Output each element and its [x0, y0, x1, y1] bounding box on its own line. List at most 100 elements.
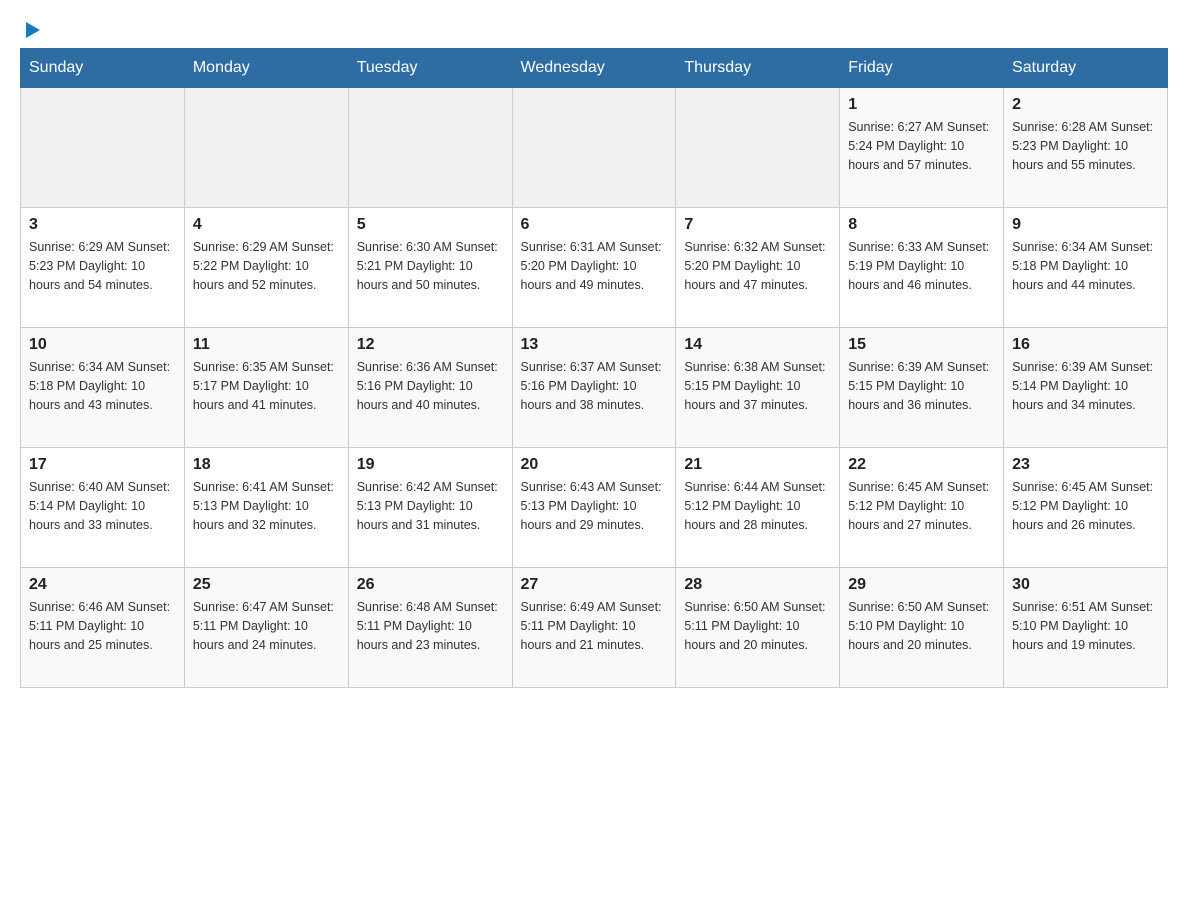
- calendar-cell: 17 Sunrise: 6:40 AM Sunset: 5:14 PM Dayli…: [21, 448, 185, 568]
- day-info: Sunrise: 6:45 AM Sunset: 5:12 PM Dayligh…: [1012, 478, 1159, 534]
- page-header: [20, 20, 1168, 38]
- day-number: 25: [193, 576, 340, 594]
- calendar-cell: 22Sunrise: 6:45 AM Sunset: 5:12 PM Dayli…: [840, 448, 1004, 568]
- calendar-cell: 11 Sunrise: 6:35 AM Sunset: 5:17 PM Dayli…: [184, 328, 348, 448]
- day-info: Sunrise: 6:38 AM Sunset: 5:15 PM Dayligh…: [684, 358, 831, 414]
- day-info: Sunrise: 6:43 AM Sunset: 5:13 PM Dayligh…: [521, 478, 668, 534]
- day-number: 14: [684, 336, 831, 354]
- day-number: 24: [29, 576, 176, 594]
- calendar-cell: 26 Sunrise: 6:48 AM Sunset: 5:11 PM Dayli…: [348, 568, 512, 688]
- day-number: 23: [1012, 456, 1159, 474]
- calendar-week-row: 1 Sunrise: 6:27 AM Sunset: 5:24 PM Daylig…: [21, 88, 1168, 208]
- calendar-cell: 13Sunrise: 6:37 AM Sunset: 5:16 PM Dayli…: [512, 328, 676, 448]
- day-number: 27: [521, 576, 668, 594]
- day-number: 5: [357, 216, 504, 234]
- day-number: 26: [357, 576, 504, 594]
- day-number: 4: [193, 216, 340, 234]
- calendar-cell: 6Sunrise: 6:31 AM Sunset: 5:20 PM Daylig…: [512, 208, 676, 328]
- calendar-cell: 19 Sunrise: 6:42 AM Sunset: 5:13 PM Dayli…: [348, 448, 512, 568]
- day-info: Sunrise: 6:48 AM Sunset: 5:11 PM Dayligh…: [357, 598, 504, 654]
- calendar-cell: [676, 88, 840, 208]
- day-number: 17: [29, 456, 176, 474]
- day-info: Sunrise: 6:37 AM Sunset: 5:16 PM Dayligh…: [521, 358, 668, 414]
- header-wednesday: Wednesday: [512, 49, 676, 88]
- calendar-cell: 29 Sunrise: 6:50 AM Sunset: 5:10 PM Dayli…: [840, 568, 1004, 688]
- calendar-cell: [512, 88, 676, 208]
- calendar-cell: 10 Sunrise: 6:34 AM Sunset: 5:18 PM Dayli…: [21, 328, 185, 448]
- day-number: 8: [848, 216, 995, 234]
- calendar-week-row: 24 Sunrise: 6:46 AM Sunset: 5:11 PM Dayli…: [21, 568, 1168, 688]
- calendar-cell: 28 Sunrise: 6:50 AM Sunset: 5:11 PM Dayli…: [676, 568, 840, 688]
- calendar-cell: 18 Sunrise: 6:41 AM Sunset: 5:13 PM Dayli…: [184, 448, 348, 568]
- day-info: Sunrise: 6:34 AM Sunset: 5:18 PM Dayligh…: [29, 358, 176, 414]
- header-saturday: Saturday: [1004, 49, 1168, 88]
- day-info: Sunrise: 6:40 AM Sunset: 5:14 PM Dayligh…: [29, 478, 176, 534]
- day-number: 28: [684, 576, 831, 594]
- calendar-cell: 1 Sunrise: 6:27 AM Sunset: 5:24 PM Daylig…: [840, 88, 1004, 208]
- day-info: Sunrise: 6:50 AM Sunset: 5:10 PM Dayligh…: [848, 598, 995, 654]
- day-number: 7: [684, 216, 831, 234]
- day-number: 16: [1012, 336, 1159, 354]
- calendar-cell: 7 Sunrise: 6:32 AM Sunset: 5:20 PM Daylig…: [676, 208, 840, 328]
- day-number: 1: [848, 96, 995, 114]
- calendar-cell: 21 Sunrise: 6:44 AM Sunset: 5:12 PM Dayli…: [676, 448, 840, 568]
- logo-triangle-icon: [22, 20, 44, 42]
- day-number: 18: [193, 456, 340, 474]
- calendar-cell: [21, 88, 185, 208]
- day-info: Sunrise: 6:47 AM Sunset: 5:11 PM Dayligh…: [193, 598, 340, 654]
- day-info: Sunrise: 6:31 AM Sunset: 5:20 PM Dayligh…: [521, 238, 668, 294]
- calendar-week-row: 10 Sunrise: 6:34 AM Sunset: 5:18 PM Dayli…: [21, 328, 1168, 448]
- day-number: 9: [1012, 216, 1159, 234]
- calendar-cell: 14 Sunrise: 6:38 AM Sunset: 5:15 PM Dayli…: [676, 328, 840, 448]
- calendar-cell: [348, 88, 512, 208]
- day-number: 29: [848, 576, 995, 594]
- calendar-cell: [184, 88, 348, 208]
- day-number: 11: [193, 336, 340, 354]
- day-number: 3: [29, 216, 176, 234]
- day-info: Sunrise: 6:50 AM Sunset: 5:11 PM Dayligh…: [684, 598, 831, 654]
- calendar-cell: 16 Sunrise: 6:39 AM Sunset: 5:14 PM Dayli…: [1004, 328, 1168, 448]
- day-number: 21: [684, 456, 831, 474]
- calendar-cell: 15 Sunrise: 6:39 AM Sunset: 5:15 PM Dayli…: [840, 328, 1004, 448]
- logo: [20, 20, 44, 38]
- day-number: 22: [848, 456, 995, 474]
- day-number: 30: [1012, 576, 1159, 594]
- day-number: 19: [357, 456, 504, 474]
- calendar-cell: 20 Sunrise: 6:43 AM Sunset: 5:13 PM Dayli…: [512, 448, 676, 568]
- day-info: Sunrise: 6:51 AM Sunset: 5:10 PM Dayligh…: [1012, 598, 1159, 654]
- calendar-cell: 24 Sunrise: 6:46 AM Sunset: 5:11 PM Dayli…: [21, 568, 185, 688]
- calendar-header-row: SundayMondayTuesdayWednesdayThursdayFrid…: [21, 49, 1168, 88]
- day-number: 12: [357, 336, 504, 354]
- day-info: Sunrise: 6:41 AM Sunset: 5:13 PM Dayligh…: [193, 478, 340, 534]
- day-info: Sunrise: 6:49 AM Sunset: 5:11 PM Dayligh…: [521, 598, 668, 654]
- day-info: Sunrise: 6:44 AM Sunset: 5:12 PM Dayligh…: [684, 478, 831, 534]
- calendar-table: SundayMondayTuesdayWednesdayThursdayFrid…: [20, 48, 1168, 688]
- header-monday: Monday: [184, 49, 348, 88]
- calendar-cell: 9 Sunrise: 6:34 AM Sunset: 5:18 PM Daylig…: [1004, 208, 1168, 328]
- day-info: Sunrise: 6:32 AM Sunset: 5:20 PM Dayligh…: [684, 238, 831, 294]
- day-number: 20: [521, 456, 668, 474]
- day-info: Sunrise: 6:29 AM Sunset: 5:23 PM Dayligh…: [29, 238, 176, 294]
- day-info: Sunrise: 6:46 AM Sunset: 5:11 PM Dayligh…: [29, 598, 176, 654]
- day-info: Sunrise: 6:27 AM Sunset: 5:24 PM Dayligh…: [848, 118, 995, 174]
- calendar-cell: 4 Sunrise: 6:29 AM Sunset: 5:22 PM Daylig…: [184, 208, 348, 328]
- calendar-cell: 5 Sunrise: 6:30 AM Sunset: 5:21 PM Daylig…: [348, 208, 512, 328]
- day-info: Sunrise: 6:30 AM Sunset: 5:21 PM Dayligh…: [357, 238, 504, 294]
- day-info: Sunrise: 6:42 AM Sunset: 5:13 PM Dayligh…: [357, 478, 504, 534]
- calendar-cell: 3 Sunrise: 6:29 AM Sunset: 5:23 PM Daylig…: [21, 208, 185, 328]
- calendar-cell: 27 Sunrise: 6:49 AM Sunset: 5:11 PM Dayli…: [512, 568, 676, 688]
- calendar-week-row: 17 Sunrise: 6:40 AM Sunset: 5:14 PM Dayli…: [21, 448, 1168, 568]
- calendar-cell: 23 Sunrise: 6:45 AM Sunset: 5:12 PM Dayli…: [1004, 448, 1168, 568]
- day-number: 15: [848, 336, 995, 354]
- day-info: Sunrise: 6:34 AM Sunset: 5:18 PM Dayligh…: [1012, 238, 1159, 294]
- day-info: Sunrise: 6:28 AM Sunset: 5:23 PM Dayligh…: [1012, 118, 1159, 174]
- day-info: Sunrise: 6:29 AM Sunset: 5:22 PM Dayligh…: [193, 238, 340, 294]
- header-thursday: Thursday: [676, 49, 840, 88]
- calendar-cell: 25 Sunrise: 6:47 AM Sunset: 5:11 PM Dayli…: [184, 568, 348, 688]
- day-info: Sunrise: 6:39 AM Sunset: 5:14 PM Dayligh…: [1012, 358, 1159, 414]
- day-info: Sunrise: 6:35 AM Sunset: 5:17 PM Dayligh…: [193, 358, 340, 414]
- day-info: Sunrise: 6:39 AM Sunset: 5:15 PM Dayligh…: [848, 358, 995, 414]
- calendar-cell: 30 Sunrise: 6:51 AM Sunset: 5:10 PM Dayli…: [1004, 568, 1168, 688]
- header-sunday: Sunday: [21, 49, 185, 88]
- day-number: 10: [29, 336, 176, 354]
